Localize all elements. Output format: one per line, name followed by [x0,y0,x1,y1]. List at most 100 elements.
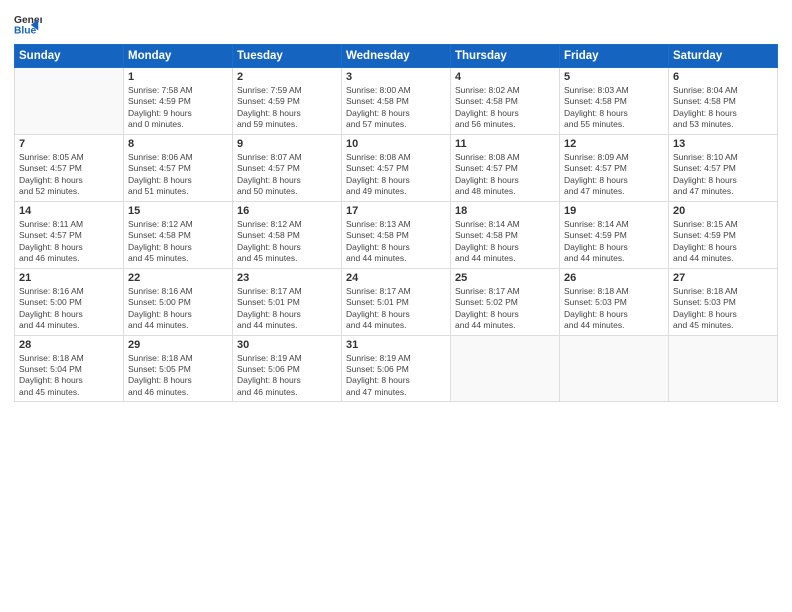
day-info: Sunrise: 8:14 AM Sunset: 4:58 PM Dayligh… [455,219,555,265]
calendar-week-2: 7Sunrise: 8:05 AM Sunset: 4:57 PM Daylig… [15,134,778,201]
calendar-cell: 22 Sunrise: 8:16 AM Sunset: 5:00 PM Dayli… [124,268,233,335]
calendar-cell: 5 Sunrise: 8:03 AM Sunset: 4:58 PM Daylig… [560,68,669,135]
day-info: Sunrise: 8:18 AM Sunset: 5:03 PM Dayligh… [673,286,773,332]
calendar-week-1: 1 Sunrise: 7:58 AM Sunset: 4:59 PM Daylig… [15,68,778,135]
logo-icon: General Blue [14,10,42,38]
day-info: Sunrise: 8:12 AM Sunset: 4:58 PM Dayligh… [237,219,337,265]
calendar-cell: 14 Sunrise: 8:11 AM Sunset: 4:57 PM Dayli… [15,201,124,268]
calendar-cell: 4 Sunrise: 8:02 AM Sunset: 4:58 PM Daylig… [451,68,560,135]
calendar-cell: 2Sunrise: 7:59 AM Sunset: 4:59 PM Daylig… [233,68,342,135]
day-info: Sunrise: 8:02 AM Sunset: 4:58 PM Dayligh… [455,85,555,131]
calendar-cell: 8 Sunrise: 8:06 AM Sunset: 4:57 PM Daylig… [124,134,233,201]
calendar-cell: 11 Sunrise: 8:08 AM Sunset: 4:57 PM Dayli… [451,134,560,201]
svg-text:Blue: Blue [14,25,37,36]
day-number: 12 [564,138,664,150]
day-number: 5 [564,71,664,83]
calendar-cell [15,68,124,135]
calendar-cell: 7Sunrise: 8:05 AM Sunset: 4:57 PM Daylig… [15,134,124,201]
header-thursday: Thursday [451,45,560,68]
calendar-cell: 23 Sunrise: 8:17 AM Sunset: 5:01 PM Dayli… [233,268,342,335]
calendar-cell: 24 Sunrise: 8:17 AM Sunset: 5:01 PM Dayli… [342,268,451,335]
day-number: 1 [128,71,228,83]
page-header: General Blue [14,10,778,38]
day-info: Sunrise: 8:04 AM Sunset: 4:58 PM Dayligh… [673,85,773,131]
header-wednesday: Wednesday [342,45,451,68]
calendar-cell [451,335,560,402]
day-info: Sunrise: 8:10 AM Sunset: 4:57 PM Dayligh… [673,152,773,198]
day-info: Sunrise: 8:08 AM Sunset: 4:57 PM Dayligh… [455,152,555,198]
day-number: 13 [673,138,773,150]
day-info: Sunrise: 8:18 AM Sunset: 5:03 PM Dayligh… [564,286,664,332]
day-number: 15 [128,205,228,217]
day-number: 17 [346,205,446,217]
day-info: Sunrise: 7:58 AM Sunset: 4:59 PM Dayligh… [128,85,228,131]
day-number: 31 [346,339,446,351]
calendar-cell: 17Sunrise: 8:13 AM Sunset: 4:58 PM Dayli… [342,201,451,268]
day-info: Sunrise: 8:03 AM Sunset: 4:58 PM Dayligh… [564,85,664,131]
day-info: Sunrise: 8:11 AM Sunset: 4:57 PM Dayligh… [19,219,119,265]
calendar-cell: 16Sunrise: 8:12 AM Sunset: 4:58 PM Dayli… [233,201,342,268]
calendar-cell: 19Sunrise: 8:14 AM Sunset: 4:59 PM Dayli… [560,201,669,268]
calendar-cell: 28Sunrise: 8:18 AM Sunset: 5:04 PM Dayli… [15,335,124,402]
day-number: 22 [128,272,228,284]
calendar-cell: 1 Sunrise: 7:58 AM Sunset: 4:59 PM Daylig… [124,68,233,135]
day-number: 29 [128,339,228,351]
calendar-cell: 29 Sunrise: 8:18 AM Sunset: 5:05 PM Dayli… [124,335,233,402]
day-number: 2 [237,71,337,83]
day-number: 26 [564,272,664,284]
calendar-cell: 20 Sunrise: 8:15 AM Sunset: 4:59 PM Dayli… [669,201,778,268]
header-friday: Friday [560,45,669,68]
calendar-cell: 27 Sunrise: 8:18 AM Sunset: 5:03 PM Dayli… [669,268,778,335]
calendar-cell: 13 Sunrise: 8:10 AM Sunset: 4:57 PM Dayli… [669,134,778,201]
day-number: 11 [455,138,555,150]
calendar-week-4: 21Sunrise: 8:16 AM Sunset: 5:00 PM Dayli… [15,268,778,335]
calendar-cell: 3Sunrise: 8:00 AM Sunset: 4:58 PM Daylig… [342,68,451,135]
day-info: Sunrise: 8:06 AM Sunset: 4:57 PM Dayligh… [128,152,228,198]
day-info: Sunrise: 8:14 AM Sunset: 4:59 PM Dayligh… [564,219,664,265]
calendar-cell [669,335,778,402]
day-info: Sunrise: 8:05 AM Sunset: 4:57 PM Dayligh… [19,152,119,198]
day-number: 25 [455,272,555,284]
day-info: Sunrise: 8:07 AM Sunset: 4:57 PM Dayligh… [237,152,337,198]
calendar-cell: 12 Sunrise: 8:09 AM Sunset: 4:57 PM Dayli… [560,134,669,201]
calendar-week-3: 14 Sunrise: 8:11 AM Sunset: 4:57 PM Dayli… [15,201,778,268]
day-info: Sunrise: 8:08 AM Sunset: 4:57 PM Dayligh… [346,152,446,198]
day-number: 6 [673,71,773,83]
calendar-cell: 25Sunrise: 8:17 AM Sunset: 5:02 PM Dayli… [451,268,560,335]
day-number: 20 [673,205,773,217]
calendar-cell: 21Sunrise: 8:16 AM Sunset: 5:00 PM Dayli… [15,268,124,335]
day-info: Sunrise: 8:12 AM Sunset: 4:58 PM Dayligh… [128,219,228,265]
calendar-cell: 10 Sunrise: 8:08 AM Sunset: 4:57 PM Dayli… [342,134,451,201]
day-info: Sunrise: 8:17 AM Sunset: 5:01 PM Dayligh… [237,286,337,332]
day-info: Sunrise: 8:16 AM Sunset: 5:00 PM Dayligh… [19,286,119,332]
day-info: Sunrise: 8:09 AM Sunset: 4:57 PM Dayligh… [564,152,664,198]
day-number: 4 [455,71,555,83]
day-info: Sunrise: 8:17 AM Sunset: 5:01 PM Dayligh… [346,286,446,332]
calendar-cell: 31Sunrise: 8:19 AM Sunset: 5:06 PM Dayli… [342,335,451,402]
day-number: 9 [237,138,337,150]
calendar-cell: 18 Sunrise: 8:14 AM Sunset: 4:58 PM Dayli… [451,201,560,268]
day-info: Sunrise: 8:18 AM Sunset: 5:05 PM Dayligh… [128,353,228,399]
header-saturday: Saturday [669,45,778,68]
day-info: Sunrise: 8:16 AM Sunset: 5:00 PM Dayligh… [128,286,228,332]
day-number: 28 [19,339,119,351]
day-number: 30 [237,339,337,351]
header-sunday: Sunday [15,45,124,68]
calendar-cell: 6 Sunrise: 8:04 AM Sunset: 4:58 PM Daylig… [669,68,778,135]
calendar-cell: 9 Sunrise: 8:07 AM Sunset: 4:57 PM Daylig… [233,134,342,201]
calendar-cell: 26 Sunrise: 8:18 AM Sunset: 5:03 PM Dayli… [560,268,669,335]
day-info: Sunrise: 8:15 AM Sunset: 4:59 PM Dayligh… [673,219,773,265]
day-info: Sunrise: 8:19 AM Sunset: 5:06 PM Dayligh… [237,353,337,399]
day-number: 14 [19,205,119,217]
day-number: 18 [455,205,555,217]
day-number: 23 [237,272,337,284]
header-monday: Monday [124,45,233,68]
day-number: 24 [346,272,446,284]
day-number: 27 [673,272,773,284]
calendar-header-row: SundayMondayTuesdayWednesdayThursdayFrid… [15,45,778,68]
day-number: 8 [128,138,228,150]
calendar-cell: 30 Sunrise: 8:19 AM Sunset: 5:06 PM Dayli… [233,335,342,402]
day-info: Sunrise: 8:00 AM Sunset: 4:58 PM Dayligh… [346,85,446,131]
calendar-table: SundayMondayTuesdayWednesdayThursdayFrid… [14,44,778,402]
day-number: 10 [346,138,446,150]
